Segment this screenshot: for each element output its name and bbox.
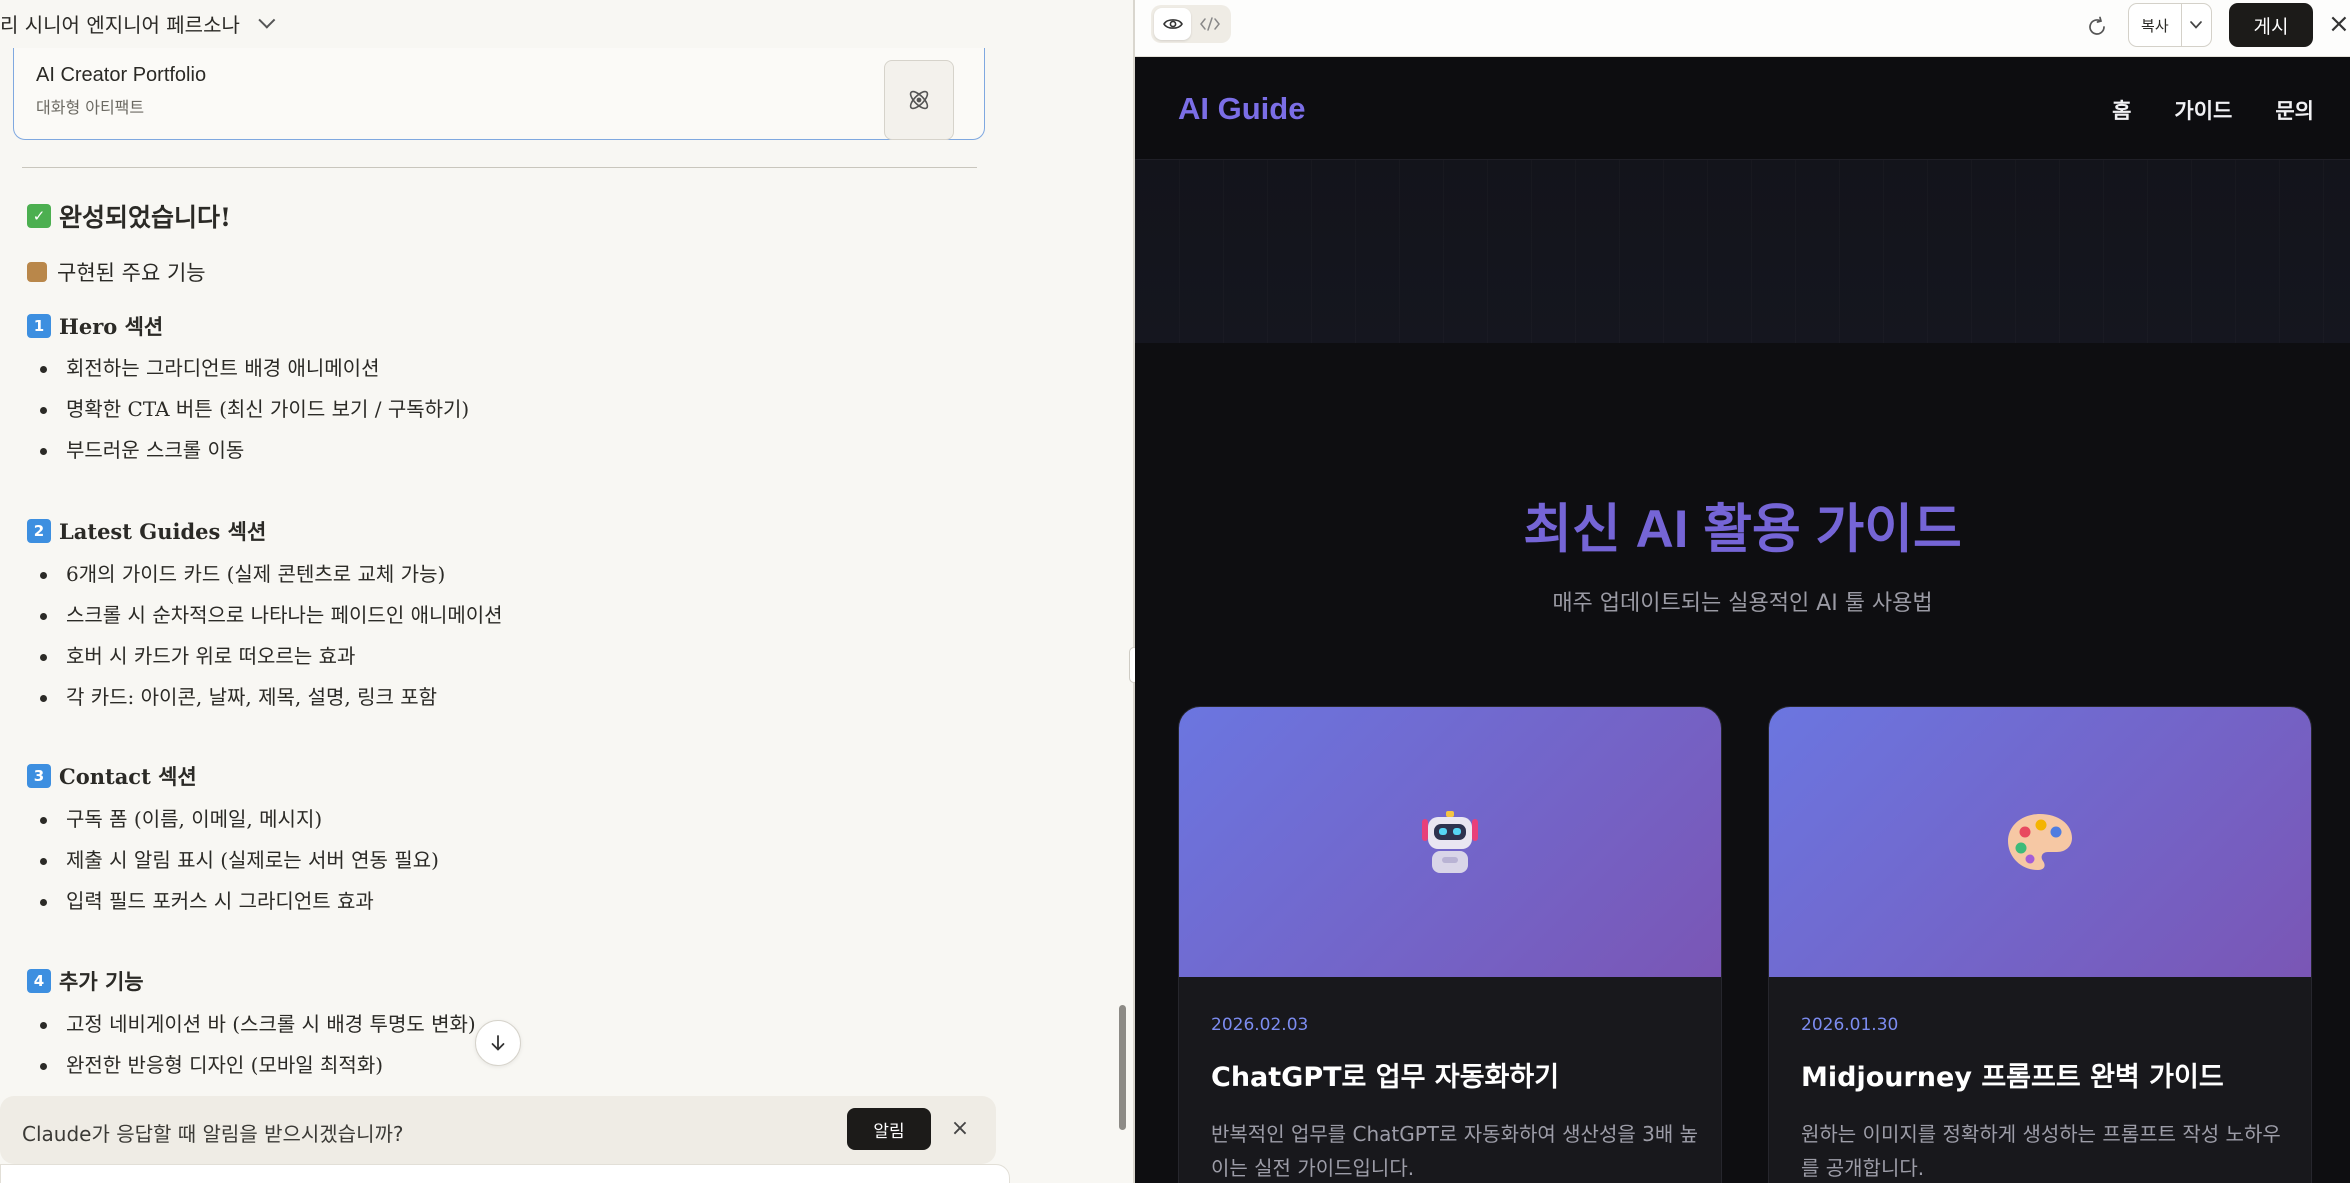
- guides-subtitle: 매주 업데이트되는 실용적인 AI 툴 사용법: [1552, 591, 1933, 616]
- code-toggle[interactable]: [1191, 8, 1228, 40]
- number-1-icon: 1: [27, 314, 51, 338]
- chevron-down-icon: [2190, 21, 2203, 29]
- site-logo[interactable]: AI Guide: [1178, 91, 1305, 127]
- atom-icon: [909, 90, 929, 110]
- close-icon[interactable]: ×: [2328, 8, 2350, 40]
- section-heading: 1 Hero 섹션: [27, 311, 163, 341]
- refresh-icon: [2089, 16, 2105, 35]
- card-description: 원하는 이미지를 정확하게 생성하는 프롬프트 작성 노하우를 공개합니다.: [1801, 1122, 2281, 1180]
- copy-button-group: 복사: [2128, 3, 2212, 47]
- copy-options-button[interactable]: [2182, 4, 2211, 46]
- palette-icon: [2008, 814, 2072, 870]
- number-3-icon: 3: [27, 764, 51, 788]
- chevron-down-icon[interactable]: [258, 11, 276, 29]
- notification-prompt-text: Claude가 응답할 때 알림을 받으시겠습니까?: [22, 1122, 404, 1146]
- section-heading: 2 Latest Guides 섹션: [27, 516, 266, 546]
- scrollbar[interactable]: [1119, 1005, 1126, 1130]
- list-item: 명확한 CTA 버튼 (최신 가이드 보기 / 구독하기): [40, 389, 469, 430]
- artifact-subtitle: 대화형 아티팩트: [36, 98, 145, 117]
- publish-button[interactable]: 게시: [2229, 3, 2313, 47]
- conversation-title-text: 리 시니어 엔지니어 페르소나: [0, 12, 240, 37]
- enable-notifications-button[interactable]: 알림: [847, 1108, 931, 1150]
- nav-link-contact[interactable]: 문의: [2275, 95, 2314, 125]
- code-icon: [1199, 17, 1220, 31]
- number-2-icon: 2: [27, 519, 51, 543]
- scroll-to-bottom-button[interactable]: [475, 1020, 521, 1066]
- card-title: Midjourney 프롬프트 완벽 가이드: [1801, 1062, 2224, 1093]
- site-navbar: AI Guide 홈 가이드 문의: [1135, 57, 2350, 160]
- features-subheading: 구현된 주요 기능: [27, 257, 206, 287]
- divider: [22, 167, 977, 168]
- copy-button[interactable]: 복사: [2129, 4, 2182, 46]
- artifact-thumbnail: [884, 60, 954, 140]
- completion-heading: ✓ 완성되었습니다!: [27, 198, 231, 234]
- guide-card[interactable]: 2026.02.03 ChatGPT로 업무 자동화하기 반복적인 업무를 Ch…: [1178, 706, 1722, 1183]
- robot-icon: [1422, 811, 1478, 873]
- feature-list: 구독 폼 (이름, 이메일, 메시지) 제출 시 알림 표시 (실제로는 서버 …: [40, 799, 439, 922]
- section-heading: 3 Contact 섹션: [27, 761, 197, 791]
- feature-list: 6개의 가이드 카드 (실제 콘텐츠로 교체 가능) 스크롤 시 순차적으로 나…: [40, 554, 503, 718]
- artifact-card[interactable]: AI Creator Portfolio 대화형 아티팩트: [13, 48, 985, 140]
- close-icon[interactable]: ×: [948, 1114, 972, 1144]
- notification-prompt: Claude가 응답할 때 알림을 받으시겠습니까? 알림 ×: [0, 1096, 996, 1164]
- artifact-title: AI Creator Portfolio: [36, 64, 207, 86]
- card-date: 2026.02.03: [1211, 1015, 1309, 1035]
- card-title: ChatGPT로 업무 자동화하기: [1211, 1062, 1560, 1093]
- completion-heading-text: 완성되었습니다!: [59, 203, 231, 232]
- section-title: Contact 섹션: [59, 764, 197, 789]
- chat-pane: 리 시니어 엔지니어 페르소나 AI Creator Portfolio 대화형…: [0, 0, 1133, 1183]
- number-4-icon: 4: [27, 969, 51, 993]
- list-item: 부드러운 스크롤 이동: [40, 430, 469, 471]
- view-toggle: [1151, 5, 1231, 43]
- guide-card[interactable]: 2026.01.30 Midjourney 프롬프트 완벽 가이드 원하는 이미…: [1768, 706, 2312, 1183]
- nav-link-home[interactable]: 홈: [2112, 95, 2131, 125]
- list-item: 각 카드: 아이콘, 날짜, 제목, 설명, 링크 포함: [40, 677, 503, 718]
- package-icon: [27, 262, 47, 282]
- hero-section: [1135, 160, 2350, 343]
- list-item: 고정 네비게이션 바 (스크롤 시 배경 투명도 변화): [40, 1004, 476, 1045]
- guides-title: 최신 AI 활용 가이드: [1523, 500, 1962, 559]
- feature-list: 고정 네비게이션 바 (스크롤 시 배경 투명도 변화) 완전한 반응형 디자인…: [40, 1004, 476, 1086]
- artifact-toolbar: 복사 게시 ×: [1135, 0, 2350, 57]
- message-composer[interactable]: [0, 1164, 1010, 1183]
- card-description: 반복적인 업무를 ChatGPT로 자동화하여 생산성을 3배 높이는 실전 가…: [1211, 1122, 1698, 1180]
- section-title: Latest Guides 섹션: [59, 519, 267, 544]
- features-subheading-text: 구현된 주요 기능: [57, 261, 206, 285]
- arrow-down-icon: [491, 1035, 505, 1051]
- card-header: [1179, 707, 1721, 977]
- list-item: 제출 시 알림 표시 (실제로는 서버 연동 필요): [40, 840, 439, 881]
- site-nav-links: 홈 가이드 문의: [2112, 95, 2314, 125]
- eye-icon: [1162, 19, 1183, 29]
- preview-toggle[interactable]: [1154, 8, 1191, 40]
- refresh-button[interactable]: [2080, 10, 2114, 44]
- list-item: 스크롤 시 순차적으로 나타나는 페이드인 애니메이션: [40, 595, 503, 636]
- section-title: Hero 섹션: [59, 314, 164, 339]
- list-item: 회전하는 그라디언트 배경 애니메이션: [40, 348, 469, 389]
- list-item: 구독 폼 (이름, 이메일, 메시지): [40, 799, 439, 840]
- list-item: 완전한 반응형 디자인 (모바일 최적화): [40, 1045, 476, 1086]
- check-icon: ✓: [27, 204, 51, 228]
- conversation-title[interactable]: 리 시니어 엔지니어 페르소나: [0, 8, 276, 38]
- section-title: 추가 기능: [59, 969, 144, 994]
- nav-link-guides[interactable]: 가이드: [2174, 95, 2232, 125]
- card-date: 2026.01.30: [1801, 1015, 1899, 1035]
- list-item: 6개의 가이드 카드 (실제 콘텐츠로 교체 가능): [40, 554, 503, 595]
- card-header: [1769, 707, 2311, 977]
- list-item: 입력 필드 포커스 시 그라디언트 효과: [40, 881, 439, 922]
- section-heading: 4 추가 기능: [27, 966, 144, 996]
- list-item: 호버 시 카드가 위로 떠오르는 효과: [40, 636, 503, 677]
- feature-list: 회전하는 그라디언트 배경 애니메이션 명확한 CTA 버튼 (최신 가이드 보…: [40, 348, 469, 471]
- artifact-preview-pane: 복사 게시 × AI Guide 홈 가이드 문의 최신 AI 활용 가이드 매…: [1135, 0, 2350, 1183]
